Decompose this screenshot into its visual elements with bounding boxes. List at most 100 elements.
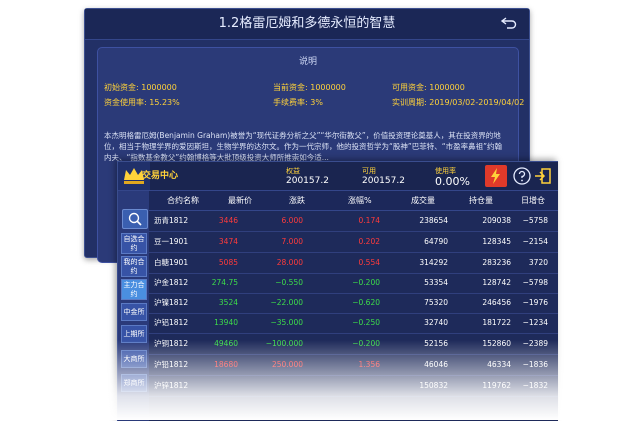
table-row[interactable]: 白糖1901 5085 28.000 0.554 314292 283236 3720 xyxy=(149,253,558,274)
cell-oi: 246456 xyxy=(482,298,511,307)
header-daily-oi-change[interactable]: 日增仓 xyxy=(521,191,545,210)
exit-icon[interactable] xyxy=(534,167,552,185)
help-icon[interactable] xyxy=(512,166,532,186)
cell-oi: 128345 xyxy=(482,237,511,246)
available-label: 可用 xyxy=(362,167,376,175)
equity-label: 权益 xyxy=(286,167,300,175)
alert-button[interactable] xyxy=(485,165,507,187)
cell-price: 3446 xyxy=(218,216,238,225)
fee-rate: 手续费率: 3% xyxy=(273,98,323,107)
cell-pct: −0.200 xyxy=(352,278,380,287)
header-change[interactable]: 涨跌 xyxy=(289,191,305,210)
header-change-pct[interactable]: 涨幅% xyxy=(348,191,372,210)
cell-price: 3524 xyxy=(218,298,238,307)
cell-volume: 150832 xyxy=(419,381,448,390)
cell-pct: 0.202 xyxy=(358,237,380,246)
usage-value: 0.00% xyxy=(435,175,470,188)
cell-change: 6.000 xyxy=(281,216,303,225)
cell-pct: −0.620 xyxy=(352,298,380,307)
sidebar-item-watchlist[interactable]: 自选合约 xyxy=(121,233,147,254)
cell-pct: 0.174 xyxy=(358,216,380,225)
cell-day: −5798 xyxy=(522,278,548,287)
initial-funds: 初始资金: 1000000 xyxy=(104,83,177,92)
cell-price: 3474 xyxy=(218,237,238,246)
cell-change: 28.000 xyxy=(276,258,303,267)
header-last-price[interactable]: 最新价 xyxy=(228,191,252,210)
current-funds: 当前资金: 1000000 xyxy=(273,83,346,92)
table-row[interactable]: 沪铝1812 13940 −35.000 −0.250 32740 181722 −1234 xyxy=(149,313,558,334)
cell-name: 白糖1901 xyxy=(154,258,189,267)
cell-oi: 181722 xyxy=(482,318,511,327)
back-arrow-icon[interactable] xyxy=(501,16,517,30)
cell-price: 13940 xyxy=(214,318,238,327)
equity-value: 200157.2 xyxy=(286,176,329,186)
cell-change: 7.000 xyxy=(281,237,303,246)
trading-center-title: 交易中心 xyxy=(142,171,179,181)
cell-price: 18680 xyxy=(214,360,238,369)
course-title: 1.2格雷厄姆和多德永恒的智慧 xyxy=(85,9,529,40)
available-value: 200157.2 xyxy=(362,176,405,186)
cell-price: 274.75 xyxy=(211,278,238,287)
table-row[interactable]: 沪铅1812 18680 250.000 1.356 46046 46334 −1836 xyxy=(149,355,558,376)
cell-day: −1976 xyxy=(522,298,548,307)
cell-change: 250.000 xyxy=(271,360,303,369)
description-text: 本杰明格雷厄姆(Benjamin Graham)被誉为“现代证券分析之父”“华尔… xyxy=(104,131,503,162)
cell-oi: 283236 xyxy=(482,258,511,267)
cell-day: −1234 xyxy=(522,318,548,327)
search-icon xyxy=(128,212,142,226)
search-button[interactable] xyxy=(122,209,148,229)
cell-price: 5085 xyxy=(218,258,238,267)
sidebar-item-czce[interactable]: 郑商所 xyxy=(121,374,147,392)
cell-volume: 46046 xyxy=(424,360,448,369)
sidebar-item-cffex[interactable]: 中金所 xyxy=(121,303,147,321)
cell-volume: 64790 xyxy=(424,237,448,246)
cell-volume: 32740 xyxy=(424,318,448,327)
cell-price: 49460 xyxy=(214,339,238,348)
cell-oi: 128742 xyxy=(482,278,511,287)
cell-day: 3720 xyxy=(528,258,548,267)
sidebar-item-my-contracts[interactable]: 我的合约 xyxy=(121,256,147,277)
cell-name: 沪铜1812 xyxy=(154,339,189,348)
cell-day: −2154 xyxy=(522,237,548,246)
training-period: 实训周期: 2019/03/02-2019/04/02 xyxy=(392,98,525,107)
sidebar-item-shfe[interactable]: 上期所 xyxy=(121,325,147,343)
table-row[interactable]: 豆一1901 3474 7.000 0.202 64790 128345 −2154 xyxy=(149,232,558,253)
lightning-icon xyxy=(491,168,500,184)
sidebar-item-main-contracts[interactable]: 主力合约 xyxy=(121,279,147,300)
cell-change: −35.000 xyxy=(270,318,303,327)
cell-volume: 314292 xyxy=(419,258,448,267)
cell-oi: 209038 xyxy=(482,216,511,225)
header-open-interest[interactable]: 持仓量 xyxy=(469,191,493,210)
cell-name: 沪锌1812 xyxy=(154,381,189,390)
table-row[interactable]: 沪锌1812 150832 119762 −1832 xyxy=(149,376,558,397)
cell-day: −2389 xyxy=(522,339,548,348)
table-row[interactable]: 沥青1812 3446 6.000 0.174 238654 209038 −5758 xyxy=(149,211,558,232)
description-title: 说明 xyxy=(298,57,317,67)
header-contract[interactable]: 合约名称 xyxy=(167,191,199,210)
cell-change: −22.000 xyxy=(270,298,303,307)
cell-oi: 152860 xyxy=(482,339,511,348)
cell-pct: 0.554 xyxy=(358,258,380,267)
cell-name: 沪铅1812 xyxy=(154,360,189,369)
sidebar-item-dce[interactable]: 大商所 xyxy=(121,350,147,368)
cell-volume: 52156 xyxy=(424,339,448,348)
cell-name: 沪镍1812 xyxy=(154,298,189,307)
available-funds: 可用资金: 1000000 xyxy=(392,83,465,92)
header-volume[interactable]: 成交量 xyxy=(411,191,435,210)
cell-day: −5758 xyxy=(522,216,548,225)
cell-pct: −0.200 xyxy=(352,339,380,348)
cell-name: 豆一1901 xyxy=(154,237,189,246)
table-row[interactable]: 沪铜1812 49460 −100.000 −0.200 52156 152860 −238… xyxy=(149,334,558,355)
cell-oi: 119762 xyxy=(482,381,511,390)
cell-pct: −0.250 xyxy=(352,318,380,327)
top-bar: 交易中心 权益 200157.2 可用 200157.2 使用率 0.00% xyxy=(118,162,558,191)
cell-pct: 1.356 xyxy=(358,360,380,369)
cell-change: −0.550 xyxy=(275,278,303,287)
trading-center-panel: 交易中心 权益 200157.2 可用 200157.2 使用率 0.00% 自… xyxy=(117,161,558,421)
cell-volume: 53354 xyxy=(424,278,448,287)
cell-day: −1836 xyxy=(522,360,548,369)
cell-oi: 46334 xyxy=(487,360,511,369)
table-row[interactable]: 沪金1812 274.75 −0.550 −0.200 53354 128742 −5798 xyxy=(149,273,558,294)
cell-name: 沥青1812 xyxy=(154,216,189,225)
table-row[interactable]: 沪镍1812 3524 −22.000 −0.620 75320 246456 −1976 xyxy=(149,293,558,314)
